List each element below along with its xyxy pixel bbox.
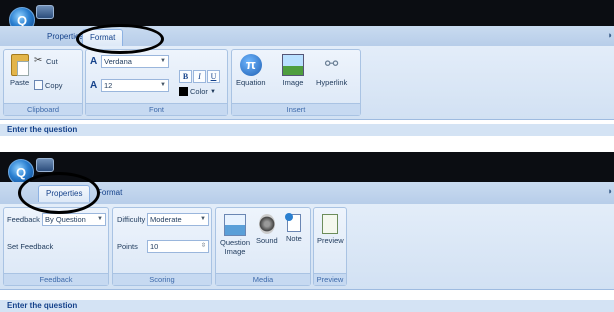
font-group-label: Font (86, 103, 227, 115)
italic-button[interactable]: I (193, 70, 206, 83)
highlight-circle-properties-tab (18, 172, 100, 214)
media-group-label: Media (216, 273, 310, 285)
chevron-down-icon: ▼ (160, 58, 166, 64)
divider (0, 136, 614, 146)
ribbon-properties: Feedback By Question ▼ Set Feedback Feed… (0, 204, 614, 290)
stepper-arrows-icon: ⇳ (200, 243, 206, 249)
title-bar: Q (0, 152, 614, 185)
feedback-group-label: Feedback (4, 273, 108, 285)
preview-icon (322, 214, 339, 234)
paste-icon (10, 54, 29, 76)
paste-button[interactable]: Paste (10, 54, 29, 87)
question-image-button[interactable]: Question Image (219, 214, 251, 256)
question-image-icon (224, 214, 246, 236)
group-clipboard: Paste ✂ Cut Copy Clipboard (3, 49, 83, 116)
quick-access-button[interactable] (36, 5, 54, 19)
ribbon-format: Paste ✂ Cut Copy Clipboard A Verdana ▼ A (0, 46, 614, 120)
group-insert: π Equation Image ⚯ Hyperlink Insert (231, 49, 361, 116)
equation-icon: π (239, 54, 262, 76)
font-size-icon: A (90, 80, 98, 91)
title-bar: Q (0, 0, 614, 33)
group-media: Question Image Sound Note Media (215, 207, 311, 286)
underline-button[interactable]: U (207, 70, 220, 83)
bottom-screenshot: Q Properties Format ◑ Feedback By Questi… (0, 152, 614, 312)
hyperlink-button[interactable]: ⚯ Hyperlink (316, 54, 347, 87)
image-icon (282, 54, 304, 76)
copy-icon (34, 80, 43, 90)
chevron-down-icon: ▼ (200, 216, 206, 222)
cut-button[interactable]: ✂ Cut (34, 56, 58, 66)
clipboard-group-label: Clipboard (4, 103, 82, 115)
points-label: Points (117, 242, 138, 251)
image-button[interactable]: Image (282, 54, 304, 87)
font-icon: A (90, 56, 98, 67)
sound-button[interactable]: Sound (256, 214, 278, 245)
speaker-icon (258, 214, 275, 234)
feedback-label: Feedback (7, 215, 40, 224)
help-icon[interactable]: ◑ (607, 30, 612, 40)
note-icon (284, 213, 301, 232)
feedback-select[interactable]: By Question ▼ (42, 213, 106, 226)
group-font: A Verdana ▼ A 12 ▼ B I U Color ▼ Font (85, 49, 228, 116)
note-button[interactable]: Note (284, 213, 302, 243)
group-feedback: Feedback By Question ▼ Set Feedback Feed… (3, 207, 109, 286)
highlight-circle-format-tab (76, 24, 164, 54)
question-prompt[interactable]: Enter the question (0, 300, 614, 312)
points-stepper[interactable]: 10 ⇳ (147, 240, 209, 253)
color-swatch-icon (179, 87, 188, 96)
difficulty-select[interactable]: Moderate ▼ (147, 213, 209, 226)
copy-button[interactable]: Copy (34, 80, 63, 90)
quick-access-button[interactable] (36, 158, 54, 172)
question-prompt[interactable]: Enter the question (0, 124, 614, 136)
set-feedback-button[interactable]: Set Feedback (7, 242, 53, 251)
preview-group-label: Preview (314, 273, 346, 285)
chevron-down-icon: ▼ (160, 82, 166, 88)
preview-button[interactable]: Preview (317, 214, 344, 245)
font-name-select[interactable]: Verdana ▼ (101, 55, 169, 68)
font-size-select[interactable]: 12 ▼ (101, 79, 169, 92)
color-button[interactable]: Color ▼ (179, 87, 216, 96)
group-preview: Preview Preview (313, 207, 347, 286)
scoring-group-label: Scoring (113, 273, 211, 285)
equation-button[interactable]: π Equation (236, 54, 266, 87)
chevron-down-icon: ▼ (97, 216, 103, 222)
bold-button[interactable]: B (179, 70, 192, 83)
scissors-icon: ✂ (34, 55, 43, 66)
help-icon[interactable]: ◑ (607, 186, 612, 196)
top-screenshot: Q Properties Format ◑ Paste ✂ Cut Copy C… (0, 0, 614, 146)
difficulty-label: Difficulty (117, 215, 146, 224)
hyperlink-icon: ⚯ (324, 56, 339, 73)
group-scoring: Difficulty Moderate ▼ Points 10 ⇳ Scorin… (112, 207, 212, 286)
chevron-down-icon: ▼ (209, 88, 216, 95)
insert-group-label: Insert (232, 103, 360, 115)
